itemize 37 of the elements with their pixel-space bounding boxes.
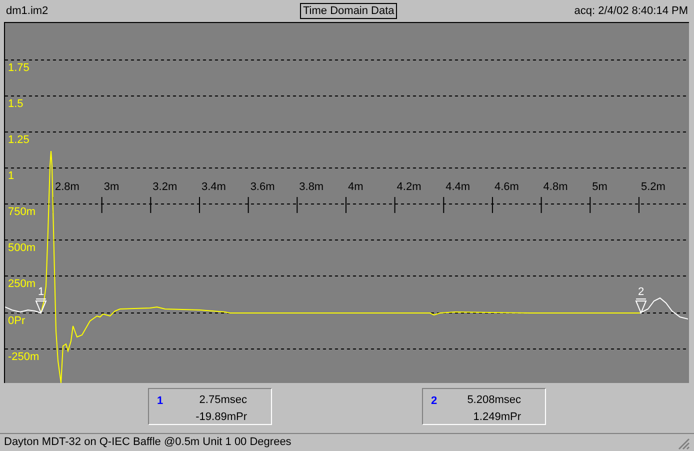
y-axis-label: 750m	[8, 206, 36, 218]
cursor-marker-icon	[36, 298, 47, 314]
y-axis-label: 250m	[8, 278, 36, 290]
readout-value: -19.89mPr	[196, 410, 247, 425]
readout-time: 2.75msec	[199, 393, 247, 408]
status-text: Dayton MDT-32 on Q-IEC Baffle @0.5m Unit 1 00 Degrees	[4, 435, 292, 450]
readout-time: 5.208msec	[467, 393, 521, 408]
x-axis-label: 3.6m	[250, 181, 275, 193]
chart-title: Time Domain Data	[300, 3, 398, 19]
readout-index: 2	[431, 394, 438, 409]
x-axis-label: 3.8m	[299, 181, 324, 193]
x-axis-label: 3.2m	[152, 181, 178, 193]
x-axis-label: 4.4m	[446, 181, 470, 193]
y-axis-label: 1	[8, 170, 14, 182]
x-axis-label: 5.2m	[640, 181, 666, 193]
y-axis-label: 500m	[8, 242, 36, 254]
cursor-label: 1	[38, 286, 44, 298]
x-axis-label: 4m	[348, 181, 364, 193]
x-axis-label: 3.4m	[201, 181, 226, 193]
x-axis-label: 3m	[104, 181, 120, 193]
readout-value: 1.249mPr	[473, 410, 521, 425]
x-axis-label: 4.8m	[543, 181, 568, 193]
x-axis-label: 4.2m	[396, 181, 422, 193]
file-name: dm1.im2	[6, 4, 48, 19]
y-axis-label: 1.25	[8, 134, 30, 146]
y-axis-label: 0Pr	[8, 315, 26, 327]
y-axis-label: 1.75	[8, 62, 30, 74]
x-axis-label: 4.6m	[494, 181, 519, 193]
x-axis-label: 2.8m	[55, 181, 80, 193]
readout-index: 1	[157, 394, 164, 409]
x-axis-label: 5m	[592, 181, 608, 193]
cursor-label: 2	[638, 286, 644, 298]
acquisition-time: acq: 2/4/02 8:40:14 PM	[574, 4, 688, 19]
resize-grip-icon	[678, 438, 690, 450]
cursor-marker-icon	[636, 298, 647, 314]
y-axis-label: 1.5	[8, 98, 24, 110]
y-axis-label: -250m	[8, 351, 40, 363]
